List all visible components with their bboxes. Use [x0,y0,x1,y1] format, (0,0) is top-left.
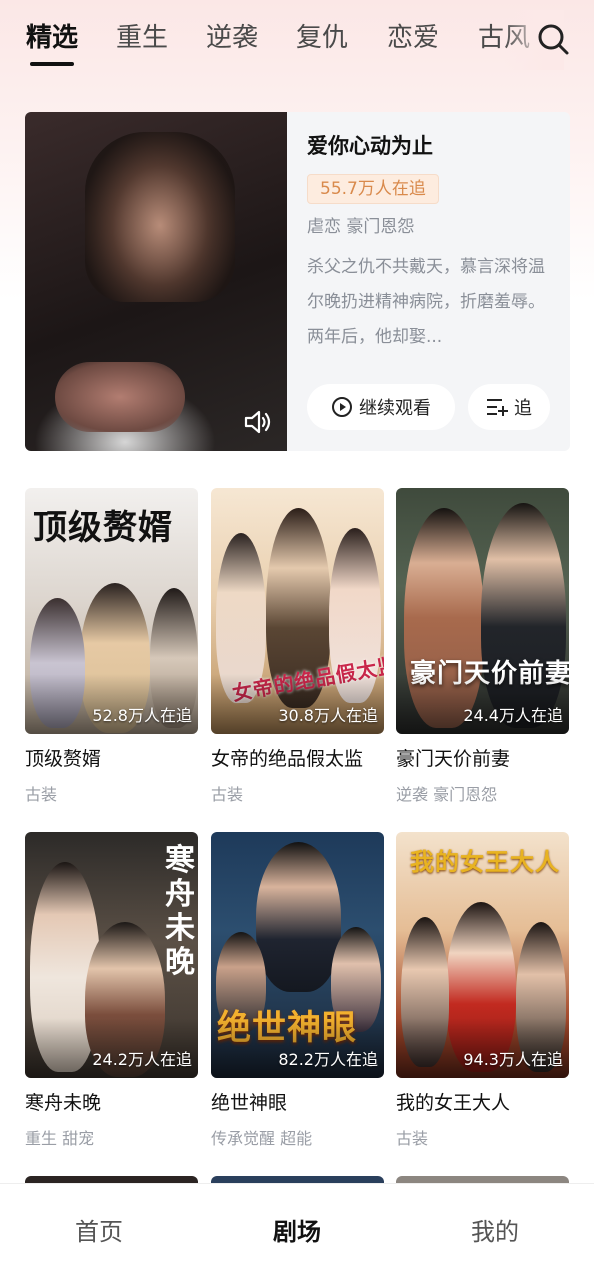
preview-figure [85,132,235,302]
speaker-icon[interactable] [243,409,273,435]
tab-featured[interactable]: 精选 [26,20,78,56]
drama-poster[interactable]: 女帝的绝品假太监 30.8万人在追 [211,488,384,734]
followers-count: 24.4万人在追 [463,706,563,725]
featured-title[interactable]: 爱你心动为止 [307,130,433,160]
drama-tags: 重生 甜宠 [25,1129,95,1148]
drama-poster[interactable]: 顶级赘婿 52.8万人在追 [25,488,198,734]
drama-card[interactable]: 绝世神眼 82.2万人在追 绝世神眼 传承觉醒 超能 [211,832,384,1149]
drama-title[interactable]: 绝世神眼 [211,1088,384,1115]
active-tab-indicator [30,62,74,66]
drama-title[interactable]: 寒舟未晚 [25,1088,198,1115]
poster-title-art: 我的女王大人 [410,847,560,876]
drama-tags: 古装 [396,1129,429,1148]
drama-card[interactable]: 顶级赘婿 52.8万人在追 顶级赘婿 古装 [25,488,198,805]
featured-card[interactable]: 爱你心动为止 55.7万人在追 虐恋 豪门恩怨 杀父之仇不共戴天，慕言深将温尔晚… [25,112,570,451]
followers-count: 30.8万人在追 [278,706,378,725]
poster-title-art: 寒舟未晚 [165,843,196,980]
search-button[interactable] [534,20,574,60]
add-to-list-icon [487,399,508,416]
featured-tags: 虐恋 豪门恩怨 [307,217,415,237]
drama-tags: 古装 [25,785,58,804]
tab-romance[interactable]: 恋爱 [387,20,439,56]
play-circle-icon [332,397,352,417]
category-tabs: 精选 重生 逆袭 复仇 恋爱 古风 [0,0,594,80]
drama-title[interactable]: 女帝的绝品假太监 [211,744,384,771]
featured-video-preview[interactable] [25,112,287,451]
drama-poster[interactable]: 豪门天价前妻 24.4万人在追 [396,488,569,734]
drama-title[interactable]: 豪门天价前妻 [396,744,569,771]
featured-description: 杀父之仇不共戴天，慕言深将温尔晚扔进精神病院，折磨羞辱。 两年后，他却娶... [307,257,545,347]
followers-count: 94.3万人在追 [463,1050,563,1069]
drama-poster[interactable]: 绝世神眼 82.2万人在追 [211,832,384,1078]
tab-revenge[interactable]: 复仇 [296,20,348,56]
continue-watching-button[interactable]: 继续观看 [307,384,455,430]
drama-poster[interactable]: 寒舟未晚 24.2万人在追 [25,832,198,1078]
followers-count: 24.2万人在追 [92,1050,192,1069]
drama-tags: 传承觉醒 超能 [211,1129,313,1148]
continue-watching-label: 继续观看 [359,398,431,419]
drama-card[interactable]: 女帝的绝品假太监 30.8万人在追 女帝的绝品假太监 古装 [211,488,384,805]
nav-home[interactable]: 首页 [39,1214,159,1250]
follow-label: 追 [514,398,532,419]
drama-card[interactable]: 我的女王大人 94.3万人在追 我的女王大人 古装 [396,832,569,1149]
poster-figure [256,842,341,992]
drama-title[interactable]: 我的女王大人 [396,1088,569,1115]
bottom-navigation: 首页 剧场 我的 [0,1183,594,1280]
nav-theater[interactable]: 剧场 [237,1214,357,1250]
drama-tags: 逆袭 豪门恩怨 [396,785,498,804]
followers-count: 82.2万人在追 [278,1050,378,1069]
nav-profile[interactable]: 我的 [435,1214,555,1250]
preview-hand [55,362,185,432]
follow-button[interactable]: 追 [468,384,550,430]
followers-badge: 55.7万人在追 [307,174,439,204]
drama-card[interactable]: 寒舟未晚 24.2万人在追 寒舟未晚 重生 甜宠 [25,832,198,1149]
tab-rebirth[interactable]: 重生 [116,20,168,56]
tab-counterattack[interactable]: 逆袭 [206,20,258,56]
search-icon [538,24,569,55]
poster-title-art: 顶级赘婿 [33,508,173,548]
drama-title[interactable]: 顶级赘婿 [25,744,198,771]
drama-card[interactable]: 豪门天价前妻 24.4万人在追 豪门天价前妻 逆袭 豪门恩怨 [396,488,569,805]
drama-tags: 古装 [211,785,244,804]
featured-info: 爱你心动为止 55.7万人在追 虐恋 豪门恩怨 杀父之仇不共戴天，慕言深将温尔晚… [307,112,570,451]
followers-count: 52.8万人在追 [92,706,192,725]
drama-poster[interactable]: 我的女王大人 94.3万人在追 [396,832,569,1078]
